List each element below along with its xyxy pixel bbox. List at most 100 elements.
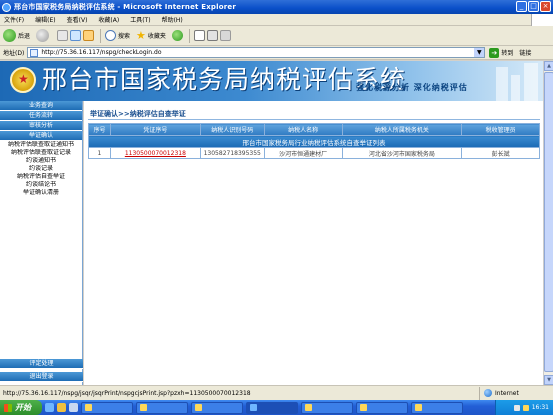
start-button[interactable]: 开始	[0, 400, 42, 415]
ie-window-icon	[250, 404, 257, 411]
close-button[interactable]: ×	[540, 1, 551, 12]
stop-icon[interactable]	[57, 30, 69, 41]
toolbar-separator	[100, 28, 102, 43]
building-graphic	[524, 63, 538, 101]
nav-item-evidence-notice[interactable]: 纳税评估联查取证通知书	[0, 141, 82, 149]
back-arrow-icon	[3, 29, 16, 42]
mail-icon[interactable]	[193, 30, 205, 41]
nav-section-review-analysis[interactable]: 审核分析	[0, 121, 82, 131]
windows-flag-icon	[531, 14, 553, 26]
scroll-down-icon[interactable]: ▼	[544, 375, 553, 385]
taskbar-window[interactable]	[81, 401, 133, 414]
site-banner: 邢台市国家税务局纳税评估系统 强化税源分析 深化纳税评估	[0, 61, 543, 101]
back-label: 后退	[18, 33, 31, 40]
window-icon	[415, 404, 422, 411]
window-icon	[85, 404, 92, 411]
forward-arrow-icon	[36, 29, 50, 42]
nav-item-interview-conclusion[interactable]: 约谈结论书	[0, 181, 82, 189]
row-number: 1	[88, 147, 111, 159]
home-icon[interactable]	[83, 30, 95, 41]
voucher-link[interactable]: 1130500070012318	[109, 147, 201, 159]
divider	[88, 119, 540, 120]
edit-icon[interactable]	[219, 30, 231, 41]
nav-section-query[interactable]: 业务查询	[0, 101, 82, 111]
page-icon	[30, 48, 39, 57]
taskbar-window[interactable]	[136, 401, 188, 414]
nav-bottom: 评定处理 退出登录	[0, 359, 83, 382]
menu-file[interactable]: 文件(F)	[4, 15, 24, 24]
nav-section-evidence-confirm[interactable]: 举证确认	[0, 131, 82, 141]
nav-section-assessment[interactable]: 评定处理	[0, 359, 83, 369]
toolbar-separator	[188, 28, 190, 43]
start-label: 开始	[15, 403, 31, 412]
nav-section-task-flow[interactable]: 任务流转	[0, 111, 82, 121]
maximize-button[interactable]: □	[528, 1, 539, 12]
window-icon	[360, 404, 367, 411]
zone-label: Internet	[495, 389, 519, 397]
refresh-icon[interactable]	[70, 30, 82, 41]
back-button[interactable]: 后退	[3, 29, 30, 42]
menu-view[interactable]: 查看(V)	[67, 15, 88, 24]
forward-button[interactable]	[36, 29, 51, 42]
window-controls: _ □ ×	[516, 1, 551, 12]
print-icon[interactable]	[206, 30, 218, 41]
favorites-button[interactable]: ★ 收藏夹	[136, 29, 166, 42]
links-button[interactable]: 链接	[519, 48, 531, 57]
ie-logo-icon	[2, 2, 11, 12]
main-content: 举证确认>>纳税评估自查举证 邢台市国家税务局行业纳税评估系统自查举证列表 序号…	[84, 101, 543, 385]
menu-bar: 文件(F) 编辑(E) 查看(V) 收藏(A) 工具(T) 帮助(H)	[0, 14, 553, 26]
address-input[interactable]: http://75.36.16.117/nspg/checkLogin.do ▼	[27, 47, 486, 58]
scroll-up-icon[interactable]: ▲	[544, 61, 553, 71]
quicklaunch-desktop-icon[interactable]	[69, 403, 78, 412]
self-check-table: 邢台市国家税务局行业纳税评估系统自查举证列表 序号 凭证序号 纳税人识别号码 纳…	[88, 123, 540, 159]
taskbar-window[interactable]	[411, 401, 463, 414]
nav-item-interview-record[interactable]: 约谈记录	[0, 165, 82, 173]
go-button[interactable]: ➔ 转到	[489, 47, 514, 58]
window-title: 邢台市国家税务局纳税评估系统 - Microsoft Internet Expl…	[14, 3, 236, 11]
favorites-label: 收藏夹	[147, 33, 166, 40]
menu-help[interactable]: 帮助(H)	[162, 15, 183, 24]
nav-item-evidence-record[interactable]: 纳税评估联查取证记录	[0, 149, 82, 157]
windows-logo-icon	[4, 403, 12, 412]
tray-icon[interactable]	[522, 404, 529, 411]
menu-edit[interactable]: 编辑(E)	[35, 15, 55, 24]
column-header: 纳税人所属税务机关	[341, 123, 463, 136]
taxpayer-name: 沙河市恒通建材厂	[263, 147, 343, 159]
chevron-down-icon[interactable]: ▼	[474, 48, 485, 57]
globe-icon	[484, 389, 492, 397]
vertical-scrollbar[interactable]: ▲ ▼	[543, 61, 553, 385]
taskbar: 开始 16:31	[0, 400, 553, 415]
column-header: 凭证序号	[109, 123, 201, 136]
window-icon	[140, 404, 147, 411]
menu-tools[interactable]: 工具(T)	[130, 15, 150, 24]
column-header: 纳税人名称	[263, 123, 343, 136]
taskbar-window[interactable]	[356, 401, 408, 414]
tax-emblem-icon	[10, 67, 36, 93]
building-graphic	[496, 67, 508, 101]
building-graphic	[511, 75, 520, 101]
logout-button[interactable]: 退出登录	[0, 372, 83, 382]
nav-item-self-check[interactable]: 纳税评估自查举证	[0, 173, 82, 181]
site-slogan: 强化税源分析 深化纳税评估	[356, 83, 468, 92]
history-icon[interactable]	[171, 30, 183, 41]
menu-favorites[interactable]: 收藏(A)	[98, 15, 119, 24]
quicklaunch-folder-icon[interactable]	[57, 403, 66, 412]
window-icon	[195, 404, 202, 411]
go-label: 转到	[501, 50, 514, 57]
tray-icon[interactable]	[513, 404, 520, 411]
taskbar-window-active[interactable]	[246, 401, 298, 414]
nav-item-confirm-list[interactable]: 举证确认清册	[0, 189, 82, 197]
nav-item-interview-notice[interactable]: 约谈通知书	[0, 157, 82, 165]
minimize-button[interactable]: _	[516, 1, 527, 12]
search-button[interactable]: 搜索	[105, 30, 130, 41]
column-header: 序号	[88, 123, 111, 136]
taskbar-window[interactable]	[301, 401, 353, 414]
status-url: http://75.36.16.117/nspg/jsqr/jsqrPrint/…	[3, 389, 251, 397]
window-title-bar[interactable]: 邢台市国家税务局纳税评估系统 - Microsoft Internet Expl…	[0, 0, 553, 14]
quicklaunch-ie-icon[interactable]	[45, 403, 54, 412]
table-title: 邢台市国家税务局行业纳税评估系统自查举证列表	[88, 135, 540, 148]
scroll-thumb[interactable]	[544, 72, 553, 372]
security-zone: Internet	[479, 386, 553, 400]
breadcrumb: 举证确认>>纳税评估自查举证	[90, 110, 186, 118]
taskbar-window[interactable]	[191, 401, 243, 414]
